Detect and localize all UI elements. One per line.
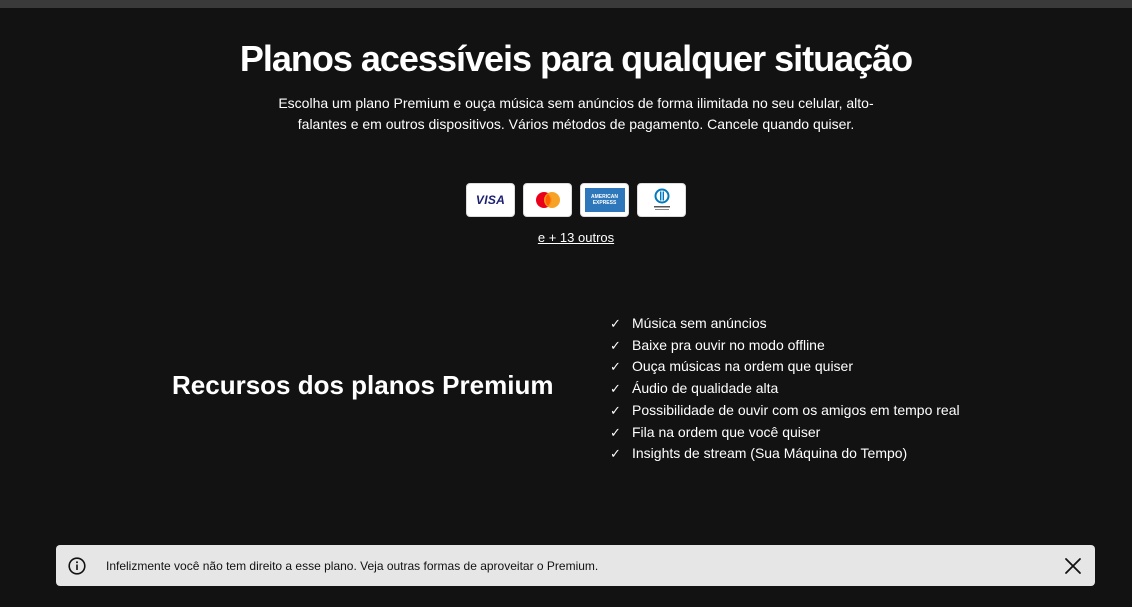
- feature-item: ✓ Áudio de qualidade alta: [610, 378, 960, 400]
- features-list: ✓ Música sem anúncios ✓ Baixe pra ouvir no…: [610, 313, 960, 465]
- feature-label: Possibilidade de ouvir com os amigos em …: [632, 401, 960, 418]
- feature-label: Música sem anúncios: [632, 315, 767, 331]
- amex-label-line2: EXPRESS: [592, 200, 617, 206]
- check-icon: ✓: [610, 337, 621, 353]
- feature-item: ✓ Possibilidade de ouvir com os amigos em…: [610, 400, 960, 422]
- feature-item: ✓ Música sem anúncios: [610, 313, 960, 335]
- feature-label: Insights de stream (Sua Máquina do Tempo…: [632, 445, 908, 462]
- features-title: Recursos dos planos Premium: [172, 370, 554, 400]
- check-icon: ✓: [610, 316, 621, 331]
- feature-label: Áudio de qualidade alta: [632, 380, 779, 397]
- more-payment-methods-link[interactable]: e + 13 outros: [0, 230, 1132, 245]
- info-icon: [68, 556, 86, 575]
- feature-item: ✓ Baixe pra ouvir no modo offline: [610, 335, 960, 357]
- feature-item: ✓ Ouça músicas na ordem que quiser: [610, 356, 960, 378]
- toast-message: Infelizmente você não tem direito a esse…: [106, 558, 599, 573]
- check-icon: ✓: [610, 446, 621, 462]
- payment-methods: VISA AMERICAN EXPRESS: [466, 183, 686, 217]
- eligibility-toast: Infelizmente você não tem direito a esse…: [56, 545, 1095, 586]
- page: Planos acessíveis para qualquer situação…: [0, 0, 1132, 607]
- close-icon: [1065, 557, 1081, 574]
- page-title: Planos acessíveis para qualquer situação: [239, 38, 913, 79]
- close-toast-button[interactable]: [1063, 556, 1083, 576]
- diners-club-icon: [653, 188, 670, 210]
- mastercard-icon: [535, 192, 560, 208]
- check-icon: ✓: [610, 402, 621, 418]
- feature-label: Baixe pra ouvir no modo offline: [632, 336, 825, 353]
- visa-icon: VISA: [475, 193, 506, 207]
- amex-card: AMERICAN EXPRESS: [580, 183, 629, 217]
- check-icon: ✓: [610, 359, 621, 375]
- feature-label: Fila na ordem que você quiser: [632, 423, 821, 440]
- feature-item: ✓ Fila na ordem que você quiser: [610, 422, 960, 444]
- top-bar: [0, 0, 1132, 8]
- visa-card: VISA: [466, 183, 515, 217]
- amex-icon: AMERICAN EXPRESS: [584, 188, 625, 212]
- check-icon: ✓: [610, 381, 621, 397]
- page-subtitle: Escolha um plano Premium e ouça música s…: [278, 95, 874, 132]
- feature-label: Ouça músicas na ordem que quiser: [632, 358, 853, 375]
- mastercard-card: [523, 183, 572, 217]
- check-icon: ✓: [610, 424, 621, 440]
- feature-item: ✓ Insights de stream (Sua Máquina do Temp…: [610, 443, 960, 465]
- diners-card: [637, 183, 686, 217]
